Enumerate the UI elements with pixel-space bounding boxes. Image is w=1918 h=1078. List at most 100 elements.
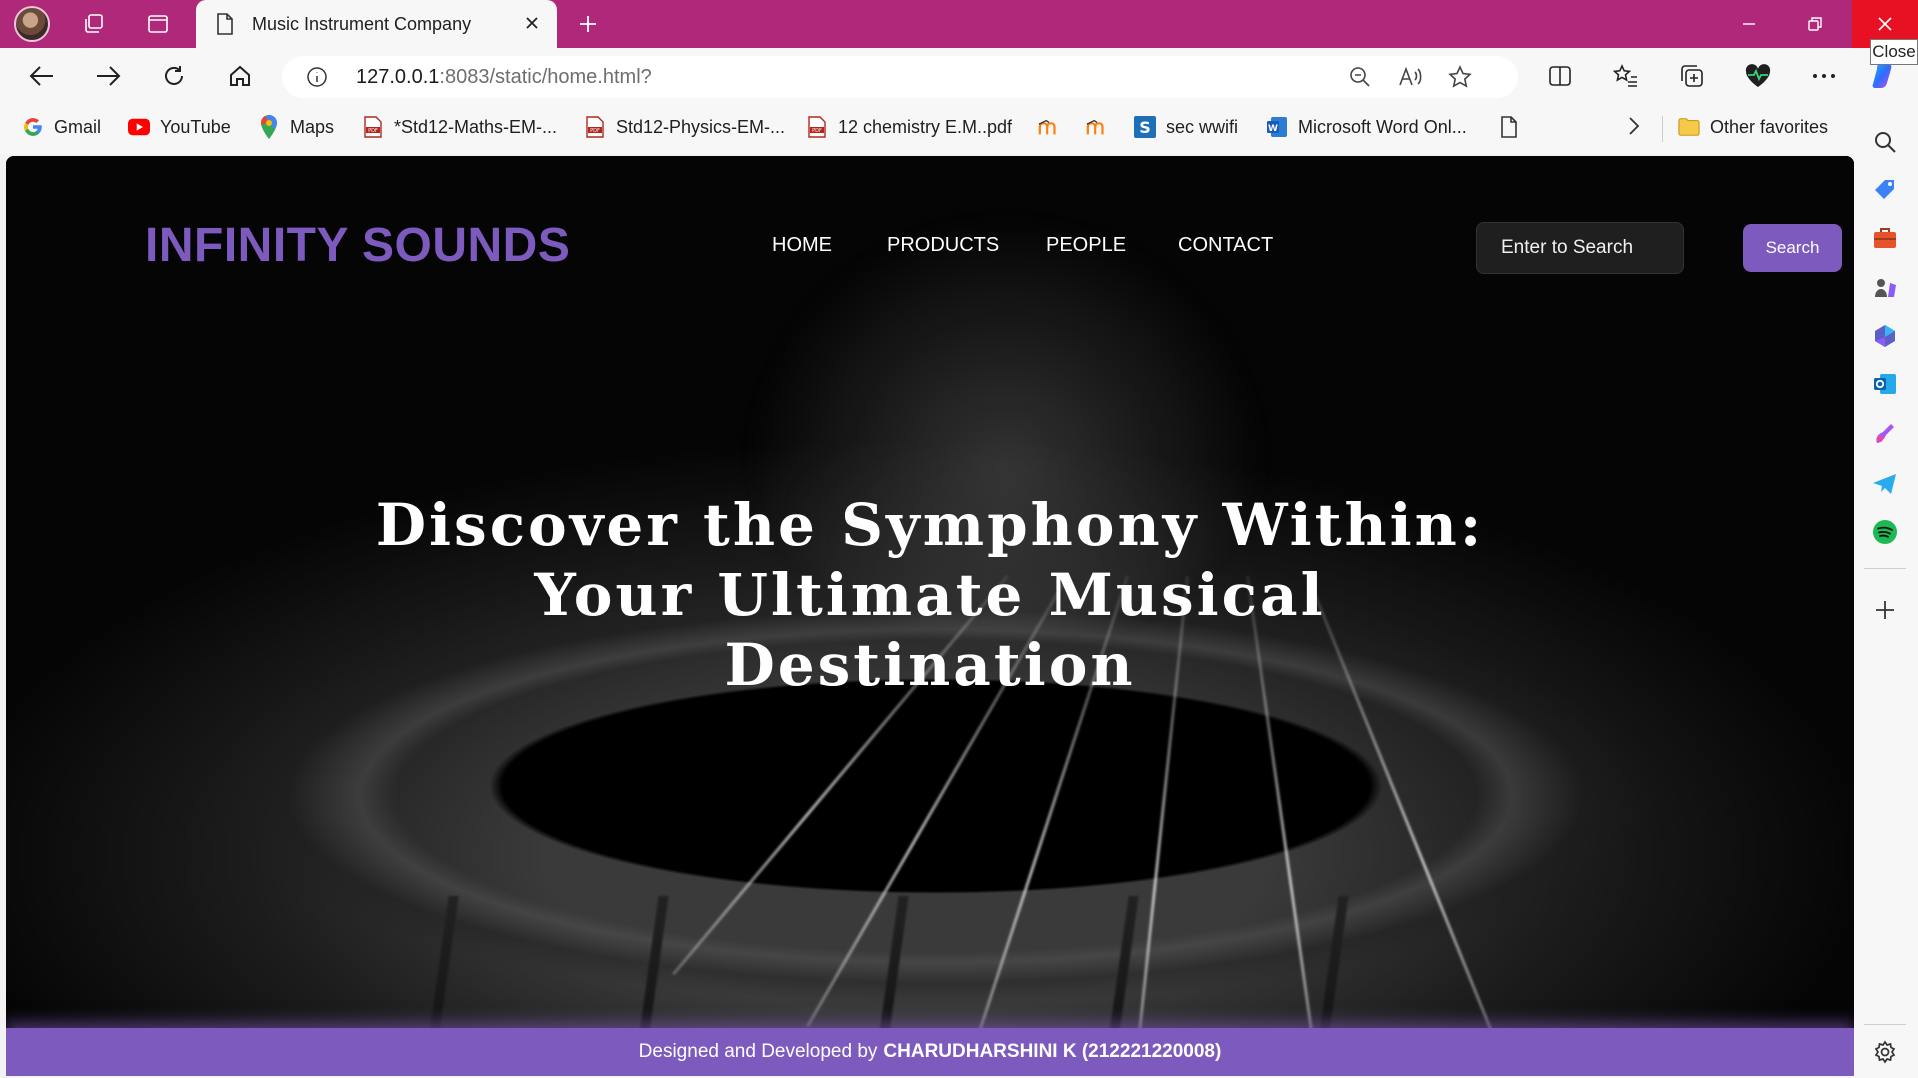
footer-prefix: Designed and Developed by	[638, 1041, 878, 1062]
favorites-overflow-chevron-icon[interactable]	[1628, 116, 1640, 136]
nav-products[interactable]: PRODUCTS	[887, 234, 999, 257]
favorite-gmail[interactable]: Gmail	[22, 116, 101, 138]
outlook-icon[interactable]	[1869, 368, 1901, 400]
hero-headline: Discover the Symphony Within: Your Ultim…	[306, 490, 1554, 700]
designer-icon[interactable]	[1869, 418, 1901, 450]
youtube-icon	[128, 116, 150, 138]
other-favorites-label: Other favorites	[1710, 116, 1829, 137]
site-search-button[interactable]: Search	[1743, 224, 1842, 272]
headline-line-2: Your Ultimate Musical	[534, 561, 1326, 629]
favorites-icon[interactable]	[1606, 58, 1646, 94]
edge-sidebar	[1852, 48, 1918, 1078]
site-info-icon[interactable]	[306, 66, 328, 93]
restore-icon[interactable]	[1782, 0, 1848, 48]
sidebar-divider	[1864, 568, 1906, 569]
nav-contact[interactable]: CONTACT	[1178, 234, 1273, 257]
page-icon	[1498, 116, 1520, 138]
microsoft-365-icon[interactable]	[1869, 320, 1901, 352]
refresh-icon[interactable]	[154, 58, 194, 94]
close-tab-icon[interactable]	[521, 12, 543, 39]
svg-text:S: S	[1139, 118, 1151, 137]
address-bar[interactable]: 127.0.0.1:8083/static/home.html?	[282, 56, 1518, 98]
collections-icon[interactable]	[1672, 58, 1712, 94]
favorite-sec-wifi[interactable]: S sec wwifi	[1134, 116, 1238, 138]
maps-icon	[258, 115, 280, 139]
moodle-icon	[1038, 116, 1060, 138]
logo-word-2: SOUNDS	[361, 219, 571, 272]
favorite-youtube[interactable]: YouTube	[128, 116, 231, 138]
pdf-icon: PDF	[806, 116, 828, 138]
nav-people[interactable]: PEOPLE	[1046, 234, 1126, 257]
new-tab-icon[interactable]	[570, 6, 606, 42]
nav-home[interactable]: HOME	[772, 234, 832, 257]
split-screen-icon[interactable]	[1540, 58, 1580, 94]
favorite-pdf-maths[interactable]: PDF *Std12-Maths-EM-...	[362, 116, 557, 138]
svg-text:W: W	[1268, 124, 1278, 134]
favorite-moodle-1[interactable]	[1038, 116, 1060, 138]
headline-line-1: Discover the Symphony Within:	[375, 491, 1485, 559]
tab-active[interactable]: Music Instrument Company	[196, 0, 557, 48]
settings-gear-icon[interactable]	[1869, 1036, 1901, 1068]
favorite-label: 12 chemistry E.M..pdf	[838, 116, 1013, 137]
games-icon[interactable]	[1869, 272, 1901, 304]
site-search-input[interactable]	[1476, 222, 1684, 274]
shopping-icon[interactable]	[1869, 174, 1901, 206]
word-icon: W	[1266, 116, 1288, 138]
pdf-icon: PDF	[362, 116, 384, 138]
favorite-label: sec wwifi	[1166, 116, 1239, 137]
zoom-icon[interactable]	[1346, 64, 1374, 90]
s-app-icon: S	[1134, 116, 1156, 138]
tools-icon[interactable]	[1869, 222, 1901, 254]
favorite-maps[interactable]: Maps	[258, 115, 335, 139]
favorite-label: Maps	[290, 116, 335, 137]
favorite-star-icon[interactable]	[1446, 64, 1474, 90]
svg-text:PDF: PDF	[368, 128, 378, 134]
favorite-blank-page[interactable]	[1498, 116, 1520, 138]
spotify-icon[interactable]	[1869, 516, 1901, 548]
page-document-icon	[216, 13, 234, 40]
headline-line-3: Destination	[724, 631, 1136, 699]
browser-title-bar: Music Instrument Company	[0, 0, 1918, 48]
svg-text:PDF: PDF	[590, 128, 600, 134]
search-icon[interactable]	[1869, 126, 1901, 158]
more-options-icon[interactable]	[1804, 58, 1844, 94]
favorite-pdf-chemistry[interactable]: PDF 12 chemistry E.M..pdf	[806, 116, 1012, 138]
workspaces-icon[interactable]	[72, 6, 116, 42]
folder-icon	[1678, 116, 1700, 138]
svg-text:PDF: PDF	[812, 128, 822, 134]
gmail-icon	[22, 116, 44, 138]
forward-icon[interactable]	[88, 58, 128, 94]
other-favorites[interactable]: Other favorites	[1678, 116, 1828, 138]
favorite-pdf-physics[interactable]: PDF Std12-Physics-EM-...	[584, 116, 785, 138]
web-page-viewport: INFINITY SOUNDS HOME PRODUCTS PEOPLE CON…	[6, 156, 1854, 1076]
url-text: 127.0.0.1:8083/static/home.html?	[356, 66, 652, 88]
telegram-icon[interactable]	[1869, 468, 1901, 500]
tab-actions-icon[interactable]	[136, 6, 180, 42]
favorites-divider	[1662, 116, 1663, 142]
favorite-label: Std12-Physics-EM-...	[616, 116, 786, 137]
close-tooltip: Close	[1870, 39, 1918, 65]
browser-essentials-icon[interactable]	[1738, 58, 1778, 94]
favorite-label: Gmail	[54, 116, 102, 137]
favorite-label: YouTube	[160, 116, 231, 137]
sidebar-divider	[1864, 1024, 1906, 1025]
site-footer: Designed and Developed by CHARUDHARSHINI…	[6, 1028, 1854, 1076]
moodle-icon	[1086, 116, 1108, 138]
read-aloud-icon[interactable]	[1396, 64, 1424, 90]
browser-toolbar: 127.0.0.1:8083/static/home.html?	[0, 48, 1918, 104]
favorite-word-online[interactable]: W Microsoft Word Onl...	[1266, 116, 1467, 138]
tab-title: Music Instrument Company	[252, 14, 472, 34]
favorite-moodle-2[interactable]	[1086, 116, 1108, 138]
pdf-icon: PDF	[584, 116, 606, 138]
footer-developer-name: CHARUDHARSHINI K (212221220008)	[883, 1041, 1222, 1062]
favorite-label: *Std12-Maths-EM-...	[394, 116, 558, 137]
back-icon[interactable]	[22, 58, 62, 94]
site-logo[interactable]: INFINITY SOUNDS	[145, 218, 570, 273]
logo-word-1: INFINITY	[145, 219, 349, 272]
favorite-label: Microsoft Word Onl...	[1298, 116, 1467, 137]
minimize-icon[interactable]	[1716, 0, 1782, 48]
add-sidebar-app-icon[interactable]	[1869, 594, 1901, 626]
home-icon[interactable]	[220, 58, 260, 94]
favorites-bar: Gmail YouTube Maps PDF *Std12-Maths-EM-.…	[0, 104, 1852, 154]
profile-avatar[interactable]	[14, 6, 50, 42]
